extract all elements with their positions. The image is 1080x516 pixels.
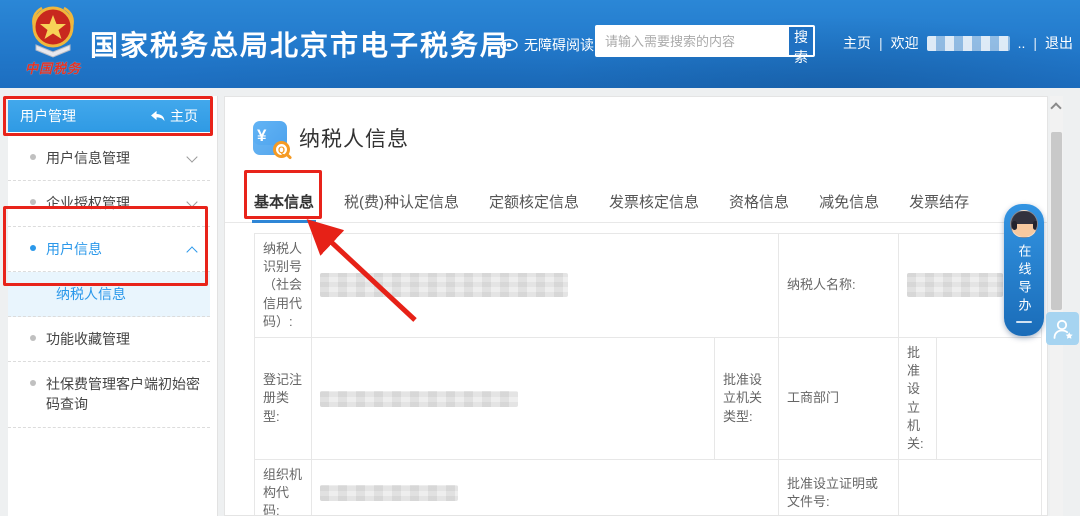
sidebar-item-label: 功能收藏管理 (46, 331, 130, 347)
logo-caption: 中国税务 (22, 58, 84, 77)
logout-link[interactable]: 退出 (1045, 33, 1073, 53)
sidebar-item-user-info[interactable]: 用户信息 (8, 227, 210, 272)
value-approval-authority (937, 337, 1042, 459)
yen-icon: ¥ (257, 126, 266, 146)
redacted-value (907, 273, 1003, 297)
sidebar-item-label: 社保费管理客户端初始密码查询 (46, 376, 200, 412)
value-taxpayer-id (312, 234, 779, 338)
divider (1016, 321, 1032, 323)
tab-reduction-info[interactable]: 减免信息 (819, 181, 879, 223)
sidebar-item-user-info-mgmt[interactable]: 用户信息管理 (8, 136, 210, 181)
online-guide-label: 在线导办 (1015, 244, 1034, 316)
sidebar-item-taxpayer-info[interactable]: 纳税人信息 (8, 272, 210, 317)
sidebar-item-label: 用户信息 (46, 241, 102, 257)
welcome-suffix: .. (1018, 35, 1026, 51)
chevron-up-icon (186, 246, 197, 257)
accessibility-label: 无障碍阅读 (524, 35, 594, 55)
tab-basic-info[interactable]: 基本信息 (254, 181, 314, 223)
label-org-code: 组织机构代码: (255, 460, 312, 516)
redacted-value (320, 273, 568, 297)
header-search: 搜索 (595, 25, 815, 57)
value-registration-type (312, 337, 715, 459)
page-title-row: ¥ Q 纳税人信息 (253, 121, 409, 155)
sidebar-item-favorites-mgmt[interactable]: 功能收藏管理 (8, 317, 210, 362)
tab-invoice-approval-info[interactable]: 发票核定信息 (609, 181, 699, 223)
search-button[interactable]: 搜索 (789, 27, 813, 55)
nav-separator: | (1033, 35, 1037, 51)
redacted-username (927, 36, 1010, 51)
label-approval-doc-no: 批准设立证明或文件号: (779, 460, 899, 516)
tab-invoice-balance[interactable]: 发票结存 (909, 181, 969, 223)
label-registration-type: 登记注册类型: (255, 337, 312, 459)
sidebar: 用户管理 主页 用户信息管理 企业授权管理 用户信息 纳税人信息 (8, 96, 218, 516)
person-star-icon (1051, 317, 1075, 341)
magnifier-icon: Q (273, 141, 290, 158)
sidebar-home-link[interactable]: 主页 (150, 106, 198, 126)
back-arrow-icon (150, 110, 165, 122)
site-title: 国家税务总局北京市电子税务局 (90, 24, 510, 64)
nav-separator: | (879, 35, 883, 51)
page-title: 纳税人信息 (299, 123, 409, 153)
chevron-down-icon (186, 151, 197, 162)
sidebar-title: 用户管理 (20, 106, 76, 126)
eye-icon (500, 39, 518, 51)
search-input[interactable] (597, 27, 789, 55)
value-approval-doc-no (899, 460, 1042, 516)
taxpayer-info-icon: ¥ Q (253, 121, 287, 155)
tab-qualification-info[interactable]: 资格信息 (729, 181, 789, 223)
value-approval-authority-type: 工商部门 (779, 337, 899, 459)
national-emblem-icon (28, 4, 78, 62)
label-taxpayer-id: 纳税人识别号（社会信用代码）: (255, 234, 312, 338)
bullet-icon (30, 154, 36, 160)
bullet-icon (30, 245, 36, 251)
table-row: 组织机构代码: 批准设立证明或文件号: (255, 460, 1042, 516)
sidebar-item-label: 纳税人信息 (56, 286, 126, 302)
sidebar-item-social-insurance-password[interactable]: 社保费管理客户端初始密码查询 (8, 362, 210, 428)
scroll-up-arrow-icon[interactable] (1050, 102, 1061, 113)
top-header: 中国税务 国家税务总局北京市电子税务局 无障碍阅读 搜索 主页 | 欢迎 .. … (0, 0, 1080, 88)
table-row: 纳税人识别号（社会信用代码）: 纳税人名称: (255, 234, 1042, 338)
bullet-icon (30, 335, 36, 341)
bullet-icon (30, 199, 36, 205)
label-approval-authority-type: 批准设立机关类型: (715, 337, 779, 459)
table-row: 登记注册类型: 批准设立机关类型: 工商部门 批准设立机关: (255, 337, 1042, 459)
tax-bureau-logo: 中国税务 (22, 4, 84, 84)
redacted-value (320, 485, 458, 501)
online-guide-widget[interactable]: 在线导办 (1004, 204, 1044, 336)
assistant-avatar (1010, 210, 1038, 238)
sidebar-item-label: 用户信息管理 (46, 150, 130, 166)
value-org-code (312, 460, 779, 516)
vertical-scrollbar[interactable] (1050, 96, 1063, 516)
redacted-value (320, 391, 518, 407)
home-link[interactable]: 主页 (843, 33, 871, 53)
sidebar-header: 用户管理 主页 (8, 100, 210, 132)
personal-assistant-button[interactable] (1046, 312, 1079, 345)
tab-bar: 基本信息 税(费)种认定信息 定额核定信息 发票核定信息 资格信息 减免信息 发… (225, 181, 1048, 223)
accessibility-link[interactable]: 无障碍阅读 (500, 35, 594, 55)
header-nav: 主页 | 欢迎 .. | 退出 (843, 33, 1073, 53)
sidebar-item-enterprise-auth[interactable]: 企业授权管理 (8, 181, 210, 226)
bullet-icon (30, 380, 36, 386)
tab-tax-type-info[interactable]: 税(费)种认定信息 (344, 181, 459, 223)
scrollbar-thumb[interactable] (1051, 132, 1062, 310)
label-approval-authority: 批准设立机关: (899, 337, 937, 459)
sidebar-item-label: 企业授权管理 (46, 195, 130, 211)
chevron-down-icon (186, 197, 197, 208)
welcome-label: 欢迎 (891, 33, 919, 53)
main-panel: ¥ Q 纳税人信息 基本信息 税(费)种认定信息 定额核定信息 发票核定信息 资… (224, 96, 1048, 516)
taxpayer-info-table: 纳税人识别号（社会信用代码）: 纳税人名称: 登记注册类型: 批准设立机关类型:… (254, 233, 1042, 516)
sidebar-menu: 用户信息管理 企业授权管理 用户信息 纳税人信息 功能收藏管理 社保费管理客户端… (8, 136, 210, 428)
tab-quota-info[interactable]: 定额核定信息 (489, 181, 579, 223)
label-taxpayer-name: 纳税人名称: (779, 234, 899, 338)
sidebar-home-label: 主页 (170, 106, 198, 126)
